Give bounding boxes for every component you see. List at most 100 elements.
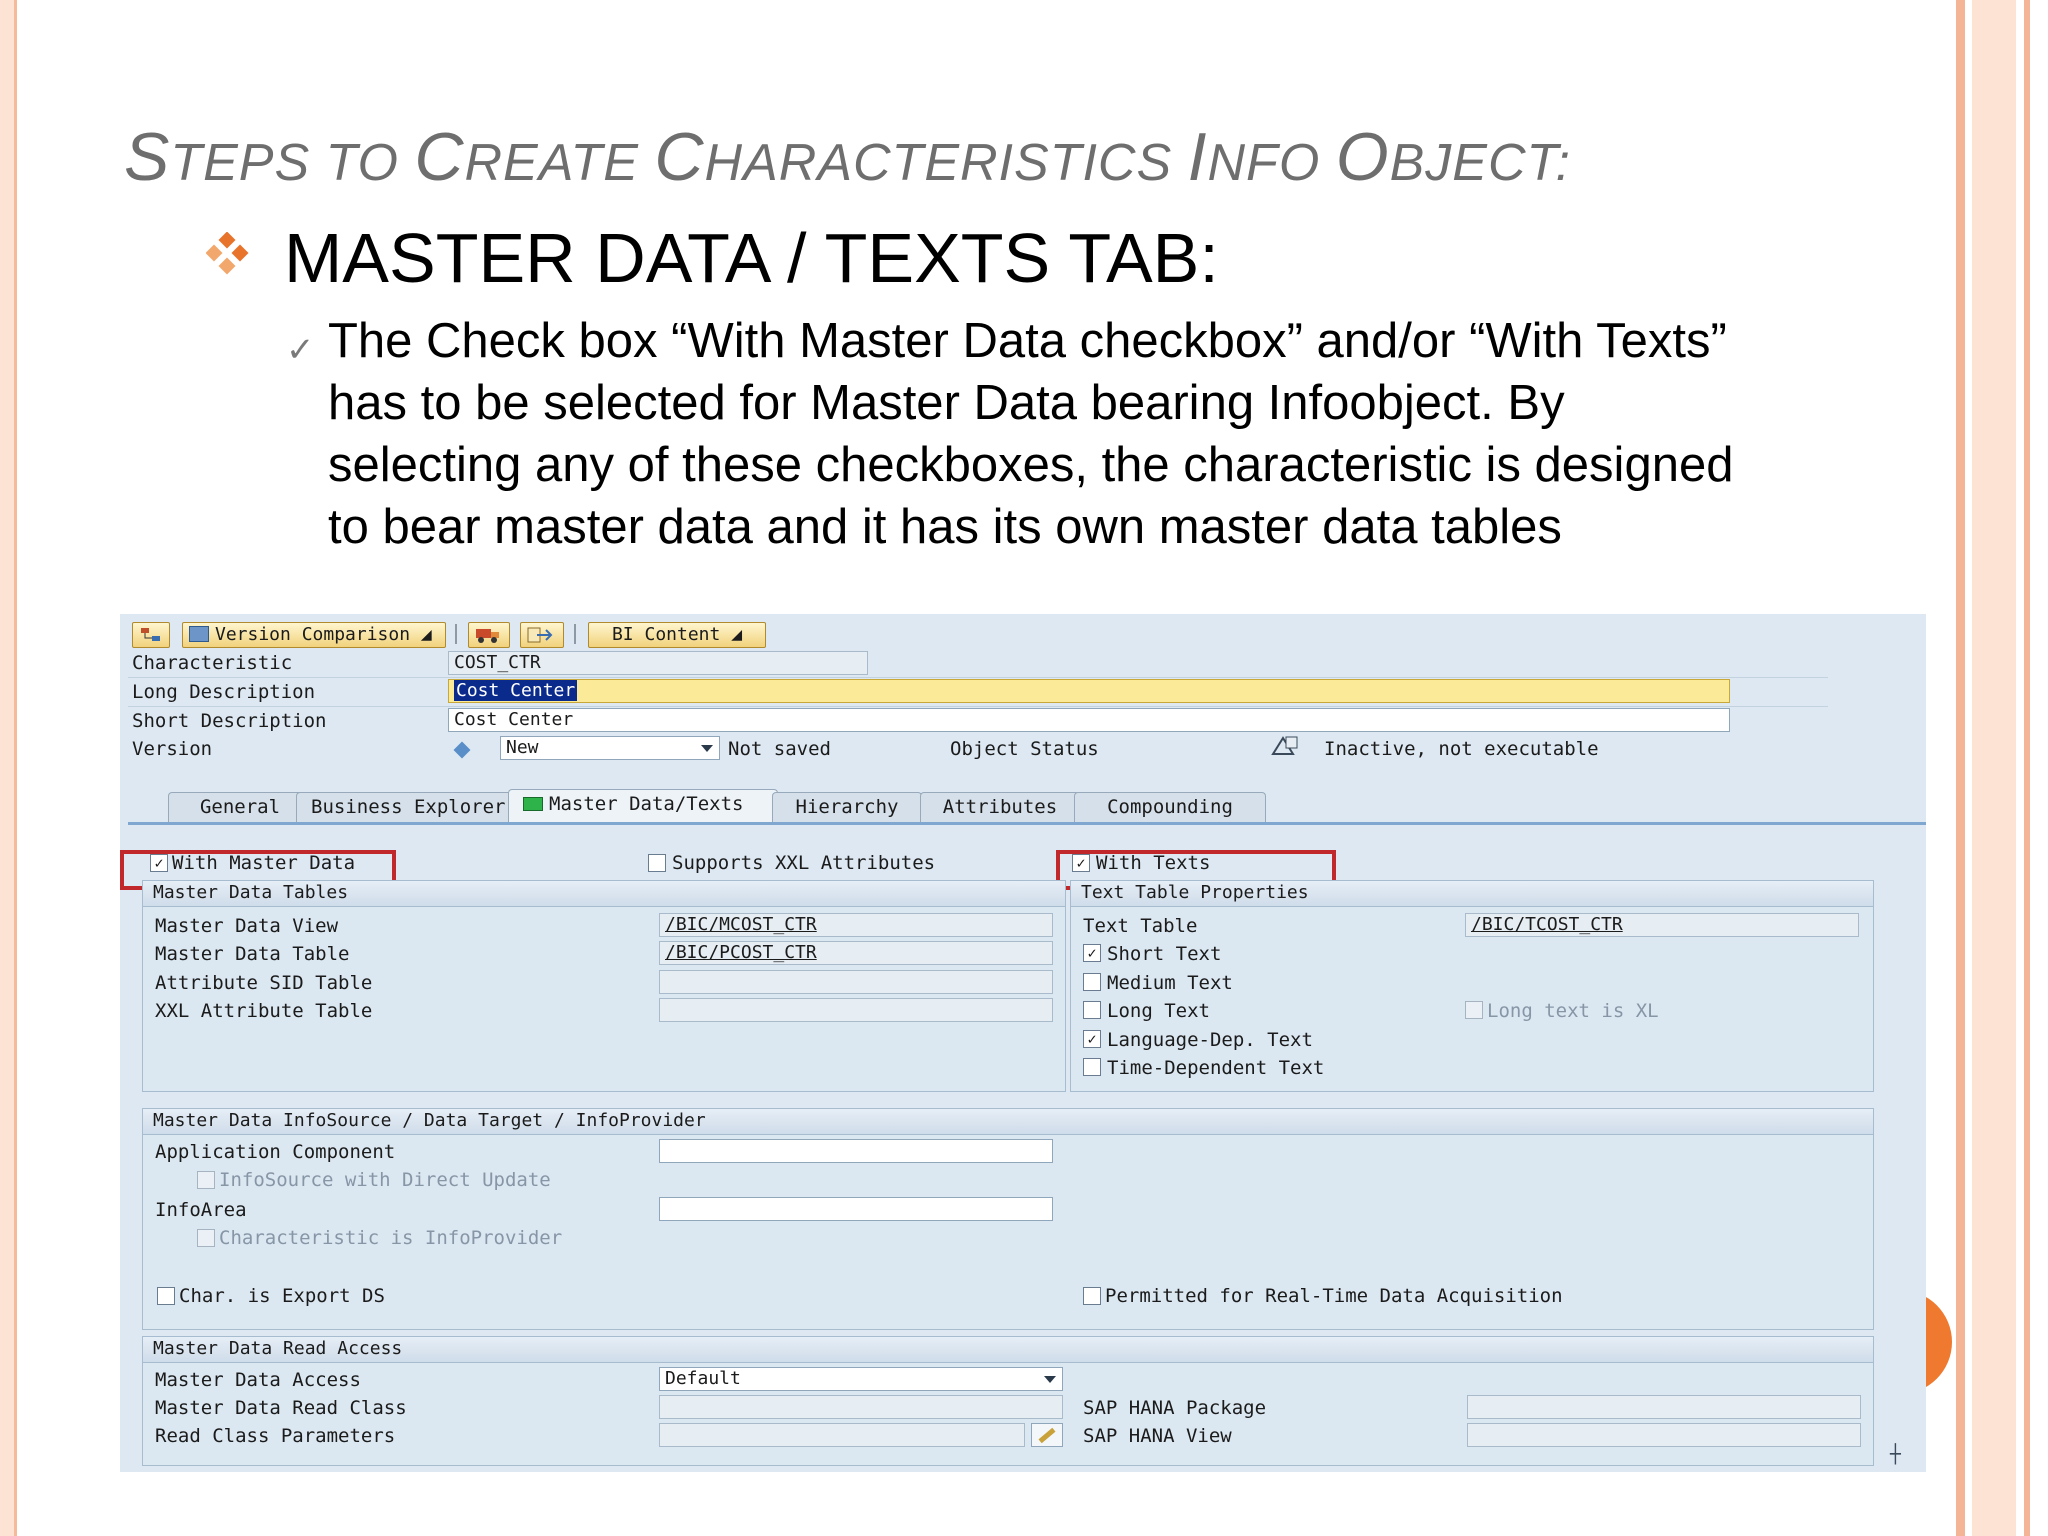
pencil-icon	[1038, 1427, 1056, 1444]
slide-title: STEPS TO CREATE CHARACTERISTICS INFO OBJ…	[124, 119, 1571, 195]
characteristic-label: Characteristic	[132, 652, 293, 674]
md-table-row-label: Master Data Table	[155, 943, 350, 965]
tab-compounding[interactable]: Compounding	[1074, 792, 1266, 822]
realtime-acquisition-label: Permitted for Real-Time Data Acquisition	[1105, 1285, 1563, 1307]
supports-xxl-label: Supports XXL Attributes	[672, 852, 936, 874]
char-infoprovider-checkbox[interactable]	[197, 1229, 215, 1247]
toolbar-export-button[interactable]	[520, 622, 564, 648]
version-diamond-icon	[453, 741, 471, 759]
dropdown-arrow-icon: ◢	[731, 624, 743, 645]
group-title: Master Data Read Access	[143, 1337, 1873, 1363]
realtime-acquisition-checkbox[interactable]	[1083, 1287, 1101, 1305]
master-data-access-dropdown[interactable]: Default	[659, 1367, 1063, 1391]
read-class-params-label: Read Class Parameters	[155, 1425, 396, 1447]
hana-package-field	[1467, 1395, 1861, 1419]
long-text-xl-label: Long text is XL	[1487, 1000, 1659, 1022]
export-arrow-icon	[527, 627, 553, 643]
text-table-field: /BIC/TCOST_CTR	[1465, 913, 1859, 937]
md-table-row-value: /BIC/PCOST_CTR	[659, 941, 1053, 965]
infoarea-label: InfoArea	[155, 1199, 247, 1221]
infoarea-field[interactable]	[659, 1197, 1053, 1221]
tab-hierarchy[interactable]: Hierarchy	[772, 792, 922, 822]
toolbar-separator	[574, 624, 576, 644]
short-text-label: Short Text	[1107, 943, 1222, 965]
decor-stripe-1	[1956, 0, 1965, 1536]
dropdown-arrow-icon	[701, 745, 713, 752]
object-status-icon	[1271, 736, 1298, 755]
object-status-value: Inactive, not executable	[1324, 738, 1599, 760]
short-description-field[interactable]: Cost Center	[448, 708, 1730, 732]
long-text-label: Long Text	[1107, 1000, 1210, 1022]
long-description-field[interactable]: Cost Center	[448, 679, 1730, 703]
short-text-checkbox[interactable]: ✓	[1083, 944, 1101, 962]
diamond-bullet-icon	[206, 232, 249, 275]
sap-infoobject-screen: Version Comparison ◢ BI Content ◢ Charac…	[120, 614, 1926, 1472]
dropdown-arrow-icon: ◢	[420, 624, 432, 645]
checkmark-bullet-icon: ✓	[286, 331, 315, 369]
read-access-group: Master Data Read Access Master Data Acce…	[142, 1336, 1874, 1466]
read-class-params-field	[659, 1423, 1025, 1447]
group-title: Text Table Properties	[1071, 881, 1873, 907]
hana-view-label: SAP HANA View	[1083, 1425, 1232, 1447]
tab-underline	[128, 822, 1926, 825]
compare-icon	[189, 626, 209, 642]
decor-stripe-left-2	[14, 0, 17, 1536]
bi-content-button[interactable]: BI Content ◢	[588, 622, 766, 648]
hana-package-label: SAP HANA Package	[1083, 1397, 1267, 1419]
text-table-properties-group: Text Table Properties Text Table /BIC/TC…	[1070, 880, 1874, 1092]
dropdown-arrow-icon	[1044, 1376, 1056, 1383]
time-dep-text-label: Time-Dependent Text	[1107, 1057, 1325, 1079]
supports-xxl-checkbox[interactable]	[648, 854, 666, 872]
tab-general[interactable]: General	[168, 792, 312, 822]
characteristic-field: COST_CTR	[448, 651, 868, 675]
md-table-row-label: Attribute SID Table	[155, 972, 373, 994]
md-table-row-label: XXL Attribute Table	[155, 1000, 373, 1022]
divider	[128, 677, 1828, 678]
language-dep-text-label: Language-Dep. Text	[1107, 1029, 1313, 1051]
edit-pencil-button[interactable]	[1031, 1423, 1063, 1447]
bullet-body-text: The Check box “With Master Data checkbox…	[328, 314, 1734, 554]
read-class-field	[659, 1395, 1063, 1419]
application-component-field[interactable]	[659, 1139, 1053, 1163]
decor-stripe-left	[0, 0, 14, 1536]
version-label: Version	[132, 738, 213, 760]
tree-icon	[141, 628, 160, 641]
language-dep-text-checkbox[interactable]: ✓	[1083, 1030, 1101, 1048]
application-component-label: Application Component	[155, 1141, 396, 1163]
medium-text-label: Medium Text	[1107, 972, 1233, 994]
toolbar-transport-button[interactable]	[468, 622, 510, 648]
object-status-label: Object Status	[950, 738, 1099, 760]
char-export-ds-checkbox[interactable]	[157, 1287, 175, 1305]
time-dep-text-checkbox[interactable]	[1083, 1058, 1101, 1076]
long-description-label: Long Description	[132, 681, 316, 703]
md-table-row-value	[659, 998, 1053, 1022]
resize-grip-icon: ┼	[1890, 1444, 1901, 1465]
infosource-direct-update-label: InfoSource with Direct Update	[219, 1169, 551, 1191]
toolbar-hierarchy-button[interactable]	[132, 622, 170, 648]
md-table-row-value	[659, 970, 1053, 994]
decor-stripe-3	[2024, 0, 2030, 1536]
version-status-text: Not saved	[728, 738, 831, 760]
md-table-row-label: Master Data View	[155, 915, 339, 937]
long-description-value: Cost Center	[454, 680, 578, 701]
bullet-heading-text: MASTER DATA / TEXTS TAB:	[284, 219, 1219, 297]
tab-attributes[interactable]: Attributes	[920, 792, 1080, 822]
infosource-direct-update-checkbox[interactable]	[197, 1171, 215, 1189]
md-table-row-value: /BIC/MCOST_CTR	[659, 913, 1053, 937]
infosource-group: Master Data InfoSource / Data Target / I…	[142, 1108, 1874, 1330]
decor-stripe-2	[1972, 0, 2016, 1536]
master-data-tables-group: Master Data Tables Master Data View /BIC…	[142, 880, 1066, 1092]
long-text-xl-checkbox[interactable]	[1465, 1001, 1483, 1019]
char-export-ds-label: Char. is Export DS	[179, 1285, 385, 1307]
text-table-label: Text Table	[1083, 915, 1198, 937]
truck-icon	[476, 629, 499, 643]
toolbar-separator	[455, 624, 457, 644]
master-data-access-label: Master Data Access	[155, 1369, 361, 1391]
read-class-label: Master Data Read Class	[155, 1397, 407, 1419]
tab-business-explorer[interactable]: Business Explorer	[296, 792, 520, 822]
version-comparison-button[interactable]: Version Comparison ◢	[182, 622, 446, 648]
version-dropdown[interactable]: New	[500, 736, 720, 760]
tab-master-data-texts[interactable]: Master Data/Texts	[508, 789, 778, 823]
medium-text-checkbox[interactable]	[1083, 973, 1101, 991]
long-text-checkbox[interactable]	[1083, 1001, 1101, 1019]
